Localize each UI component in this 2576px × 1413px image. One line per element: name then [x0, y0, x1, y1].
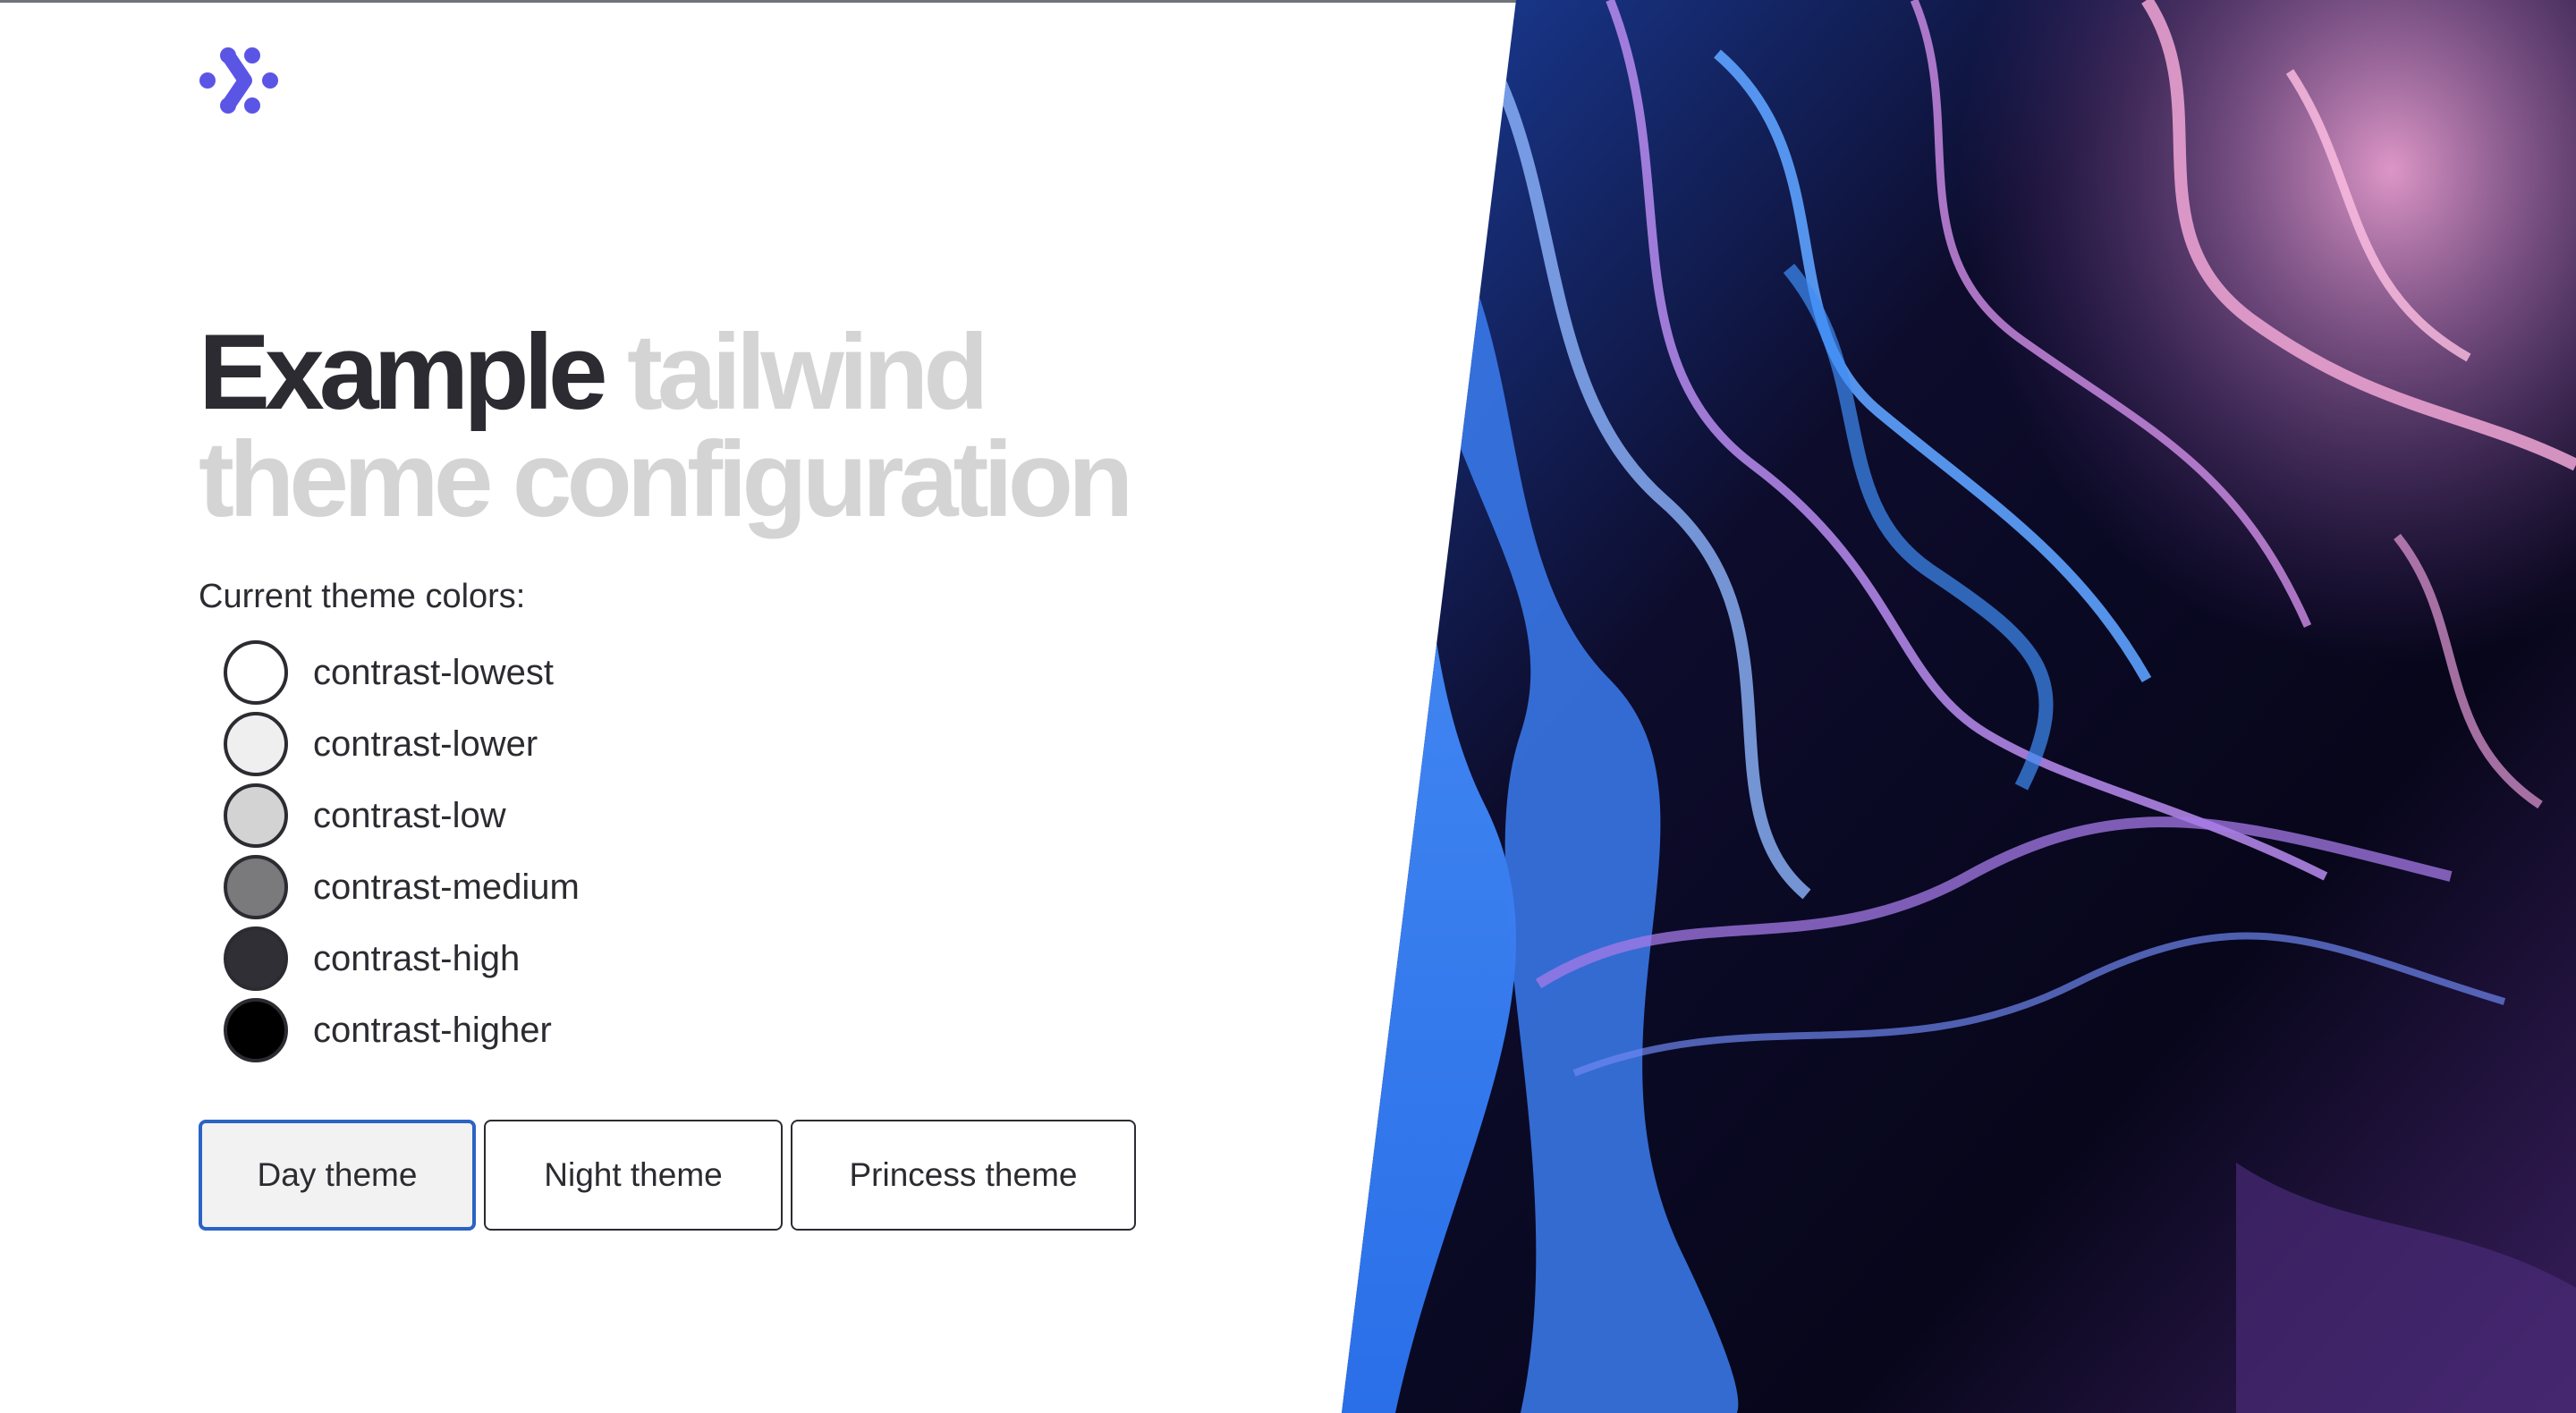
color-swatch [224, 855, 288, 919]
color-swatch [224, 926, 288, 991]
day-theme-button[interactable]: Day theme [199, 1120, 476, 1231]
list-item: contrast-low [224, 780, 1397, 851]
color-name: contrast-higher [313, 1010, 552, 1050]
night-theme-button[interactable]: Night theme [484, 1120, 783, 1231]
page: Example tailwind theme configuration Cur… [0, 0, 2576, 1413]
color-swatch [224, 998, 288, 1062]
list-item: contrast-high [224, 923, 1397, 994]
title-strong: Example [199, 312, 608, 432]
list-item: contrast-lower [224, 708, 1397, 780]
color-name: contrast-lowest [313, 652, 554, 692]
theme-buttons: Day theme Night theme Princess theme [199, 1120, 1397, 1231]
title-soft-2: theme configuration [199, 419, 1133, 539]
color-name: contrast-low [313, 795, 506, 835]
main-content: Example tailwind theme configuration Cur… [199, 318, 1397, 1231]
color-swatch [224, 640, 288, 705]
color-name: contrast-high [313, 938, 521, 978]
logo-icon[interactable] [199, 45, 279, 116]
hero-image [1342, 0, 2576, 1413]
abstract-fluid-art-image [1342, 0, 2576, 1413]
list-item: contrast-medium [224, 851, 1397, 923]
title-soft-1: tailwind [626, 312, 989, 432]
page-title: Example tailwind theme configuration [199, 318, 1397, 533]
list-item: contrast-higher [224, 994, 1397, 1066]
princess-theme-button[interactable]: Princess theme [791, 1120, 1136, 1231]
color-swatch [224, 783, 288, 848]
color-name: contrast-medium [313, 867, 580, 907]
theme-colors-list: contrast-lowest contrast-lower contrast-… [199, 637, 1397, 1066]
theme-colors-label: Current theme colors: [199, 578, 526, 615]
color-name: contrast-lower [313, 723, 538, 764]
color-swatch [224, 712, 288, 776]
list-item: contrast-lowest [224, 637, 1397, 708]
